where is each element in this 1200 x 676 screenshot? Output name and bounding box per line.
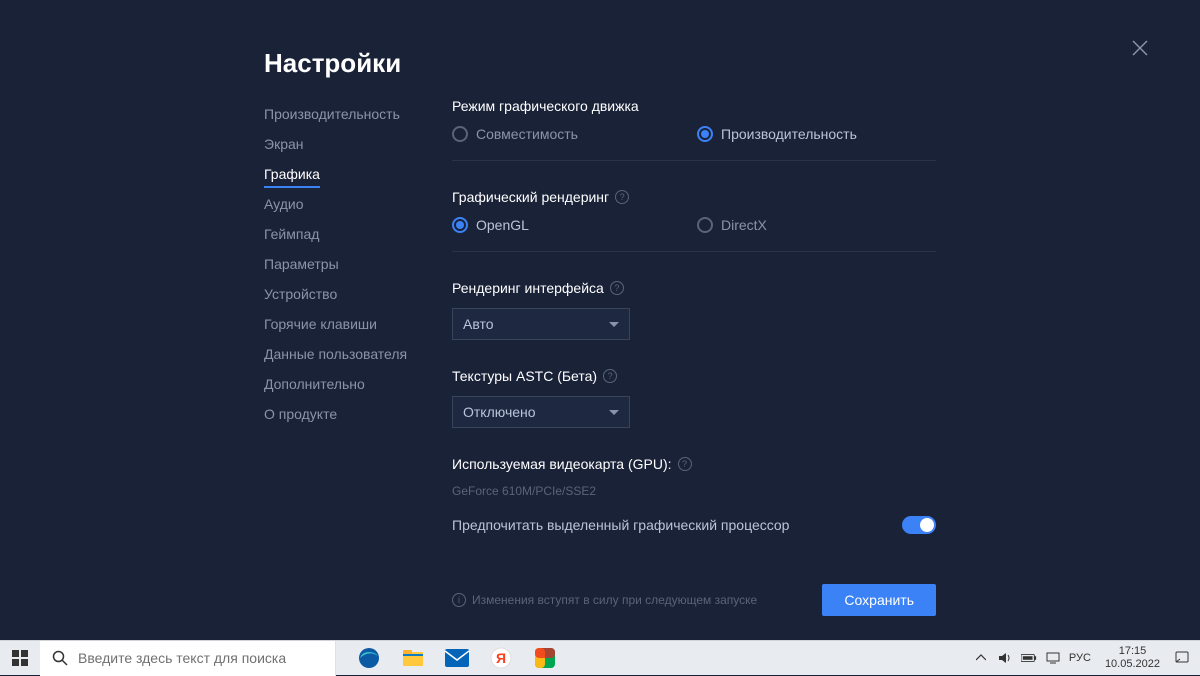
dropdown-value: Авто — [463, 316, 494, 332]
taskbar-edge[interactable] — [348, 641, 390, 676]
folder-icon — [402, 648, 424, 668]
dropdown-value: Отключено — [463, 404, 536, 420]
help-icon[interactable]: ? — [678, 457, 692, 471]
bluestacks-icon — [534, 647, 556, 669]
section-title-text: Используемая видеокарта (GPU): — [452, 456, 672, 472]
radio-directx[interactable]: DirectX — [697, 217, 767, 233]
section-title-renderer: Графический рендеринг ? — [452, 189, 936, 205]
tray-battery-icon[interactable] — [1021, 650, 1037, 666]
sidebar-item-preferences[interactable]: Параметры — [264, 250, 434, 278]
section-astc: Текстуры ASTC (Бета) ? Отключено — [452, 368, 936, 428]
footer: i Изменения вступят в силу при следующем… — [452, 584, 936, 616]
radio-label: DirectX — [721, 217, 767, 233]
gpu-info: GeForce 610M/PCIe/SSE2 — [452, 484, 936, 498]
sidebar-item-userdata[interactable]: Данные пользователя — [264, 340, 434, 368]
tray-chevron-icon[interactable] — [973, 650, 989, 666]
search-placeholder: Введите здесь текст для поиска — [78, 650, 286, 666]
sidebar-item-about[interactable]: О продукте — [264, 400, 434, 428]
section-interface: Рендеринг интерфейса ? Авто — [452, 280, 936, 340]
close-button[interactable] — [1132, 40, 1152, 60]
sidebar-item-performance[interactable]: Производительность — [264, 100, 434, 128]
sidebar-item-audio[interactable]: Аудио — [264, 190, 434, 218]
tray-notifications-icon[interactable] — [1174, 650, 1190, 666]
radio-group-renderer: OpenGL DirectX — [452, 217, 936, 233]
taskbar-bluestacks[interactable] — [524, 641, 566, 676]
sidebar-item-graphics[interactable]: Графика — [264, 160, 320, 188]
radio-label: Производительность — [721, 126, 857, 142]
save-button[interactable]: Сохранить — [822, 584, 936, 616]
tray-time: 17:15 — [1105, 645, 1160, 658]
mail-icon — [445, 649, 469, 667]
taskbar-yandex[interactable]: Я — [480, 641, 522, 676]
radio-label: OpenGL — [476, 217, 529, 233]
section-title-text: Графический рендеринг — [452, 189, 609, 205]
dropdown-interface[interactable]: Авто — [452, 308, 630, 340]
divider — [452, 251, 936, 252]
toggle-dedicated-gpu[interactable] — [902, 516, 936, 534]
search-box[interactable]: Введите здесь текст для поиска — [40, 641, 336, 676]
tray-date: 10.05.2022 — [1105, 658, 1160, 671]
toggle-label: Предпочитать выделенный графический проц… — [452, 517, 789, 533]
sidebar-item-gamepad[interactable]: Геймпад — [264, 220, 434, 248]
sidebar-item-advanced[interactable]: Дополнительно — [264, 370, 434, 398]
section-title-astc: Текстуры ASTC (Бета) ? — [452, 368, 936, 384]
yandex-icon: Я — [490, 647, 512, 669]
info-icon: i — [452, 593, 466, 607]
radio-performance[interactable]: Производительность — [697, 126, 857, 142]
windows-icon — [12, 650, 28, 666]
radio-icon — [697, 126, 713, 142]
tray-language[interactable]: РУС — [1069, 652, 1091, 664]
section-engine: Режим графического движка Совместимость … — [452, 98, 936, 161]
section-renderer: Графический рендеринг ? OpenGL DirectX — [452, 189, 936, 252]
radio-group-engine: Совместимость Производительность — [452, 126, 936, 142]
radio-icon — [452, 217, 468, 233]
system-tray: РУС 17:15 10.05.2022 — [973, 645, 1200, 671]
section-title-engine: Режим графического движка — [452, 98, 936, 114]
taskbar-apps: Я — [348, 641, 566, 676]
radio-opengl[interactable]: OpenGL — [452, 217, 697, 233]
footer-info: i Изменения вступят в силу при следующем… — [452, 593, 757, 607]
section-title-text: Рендеринг интерфейса — [452, 280, 604, 296]
tray-clock[interactable]: 17:15 10.05.2022 — [1099, 645, 1166, 671]
radio-icon — [697, 217, 713, 233]
page-title: Настройки — [264, 48, 401, 79]
divider — [452, 160, 936, 161]
search-icon — [52, 650, 68, 666]
section-title-text: Текстуры ASTC (Бета) — [452, 368, 597, 384]
edge-icon — [358, 647, 380, 669]
radio-icon — [452, 126, 468, 142]
content-area: Режим графического движка Совместимость … — [452, 98, 936, 562]
taskbar-mail[interactable] — [436, 641, 478, 676]
sidebar-item-shortcuts[interactable]: Горячие клавиши — [264, 310, 434, 338]
sidebar-item-device[interactable]: Устройство — [264, 280, 434, 308]
sidebar-item-display[interactable]: Экран — [264, 130, 434, 158]
chevron-down-icon — [609, 410, 619, 415]
radio-label: Совместимость — [476, 126, 578, 142]
close-icon — [1132, 40, 1148, 56]
sidebar: Производительность Экран Графика Аудио Г… — [264, 100, 434, 430]
toggle-knob — [920, 518, 934, 532]
svg-text:Я: Я — [496, 650, 506, 666]
tray-volume-icon[interactable] — [997, 650, 1013, 666]
footer-info-text: Изменения вступят в силу при следующем з… — [472, 593, 757, 607]
section-gpu: Используемая видеокарта (GPU): ? GeForce… — [452, 456, 936, 534]
help-icon[interactable]: ? — [610, 281, 624, 295]
help-icon[interactable]: ? — [615, 190, 629, 204]
section-title-gpu: Используемая видеокарта (GPU): ? — [452, 456, 936, 472]
section-title-interface: Рендеринг интерфейса ? — [452, 280, 936, 296]
toggle-row-gpu: Предпочитать выделенный графический проц… — [452, 516, 936, 534]
start-button[interactable] — [0, 641, 40, 676]
radio-compatibility[interactable]: Совместимость — [452, 126, 697, 142]
dropdown-astc[interactable]: Отключено — [452, 396, 630, 428]
settings-window: Настройки Производительность Экран Графи… — [0, 0, 1200, 640]
help-icon[interactable]: ? — [603, 369, 617, 383]
tray-network-icon[interactable] — [1045, 650, 1061, 666]
chevron-down-icon — [609, 322, 619, 327]
taskbar: Введите здесь текст для поиска Я РУС 17:… — [0, 640, 1200, 675]
taskbar-explorer[interactable] — [392, 641, 434, 676]
